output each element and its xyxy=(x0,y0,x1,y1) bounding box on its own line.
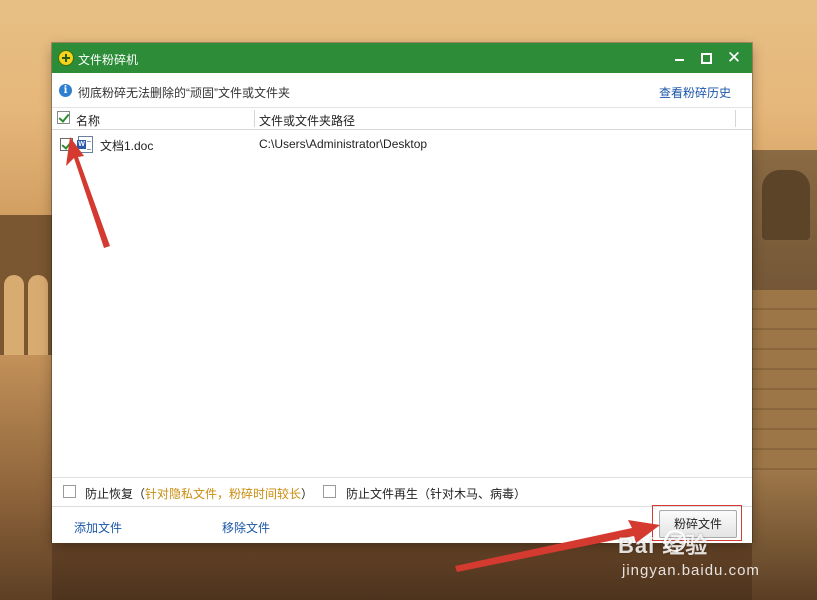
column-header-name[interactable]: 名称 xyxy=(76,112,100,129)
table-row[interactable]: 文档1.doc C:\Users\Administrator\Desktop xyxy=(52,131,752,157)
view-history-link[interactable]: 查看粉碎历史 xyxy=(659,84,731,101)
prevent-recovery-label[interactable]: 防止恢复（针对隐私文件，粉碎时间较长） xyxy=(85,485,313,502)
shred-options: 防止恢复（针对隐私文件，粉碎时间较长） 防止文件再生（针对木马、病毒） xyxy=(52,477,752,506)
select-all-checkbox[interactable] xyxy=(57,111,70,124)
title-bar[interactable]: 文件粉碎机 ✕ xyxy=(52,43,752,73)
file-name: 文档1.doc xyxy=(100,139,154,153)
info-icon: i xyxy=(59,84,72,97)
watermark-logo-text: Bai 经验 xyxy=(618,533,709,558)
close-icon[interactable]: ✕ xyxy=(723,47,745,69)
prevent-regeneration-checkbox[interactable] xyxy=(323,485,336,498)
prevent-recovery-checkbox[interactable] xyxy=(63,485,76,498)
prevent-recovery-note: 针对隐私文件，粉碎时间较长 xyxy=(145,487,302,501)
file-shredder-window: 文件粉碎机 ✕ i 彻底粉碎无法删除的“顽固”文件或文件夹 查看粉碎历史 名称 … xyxy=(52,43,752,543)
watermark-url: jingyan.baidu.com xyxy=(622,562,760,579)
column-header-path[interactable]: 文件或文件夹路径 xyxy=(259,112,355,129)
background-bridge xyxy=(0,215,52,355)
table-header: 名称 文件或文件夹路径 xyxy=(52,108,752,130)
background-water-reflection xyxy=(0,355,52,600)
column-divider[interactable] xyxy=(735,110,736,127)
background-stone-railing xyxy=(752,150,817,600)
app-logo-icon xyxy=(58,50,74,66)
word-document-icon xyxy=(77,136,93,153)
add-file-link[interactable]: 添加文件 xyxy=(74,519,122,536)
paw-icon xyxy=(664,530,686,552)
window-title: 文件粉碎机 xyxy=(78,53,139,67)
minimize-icon[interactable] xyxy=(669,47,691,69)
maximize-icon[interactable] xyxy=(695,47,717,69)
remove-file-link[interactable]: 移除文件 xyxy=(222,519,270,536)
prevent-regeneration-label[interactable]: 防止文件再生（针对木马、病毒） xyxy=(346,485,526,502)
info-text: 彻底粉碎无法删除的“顽固”文件或文件夹 xyxy=(78,86,290,100)
info-bar: i 彻底粉碎无法删除的“顽固”文件或文件夹 查看粉碎历史 xyxy=(52,73,752,108)
file-path: C:\Users\Administrator\Desktop xyxy=(259,137,428,151)
column-divider[interactable] xyxy=(254,110,255,127)
row-checkbox[interactable] xyxy=(60,138,73,151)
